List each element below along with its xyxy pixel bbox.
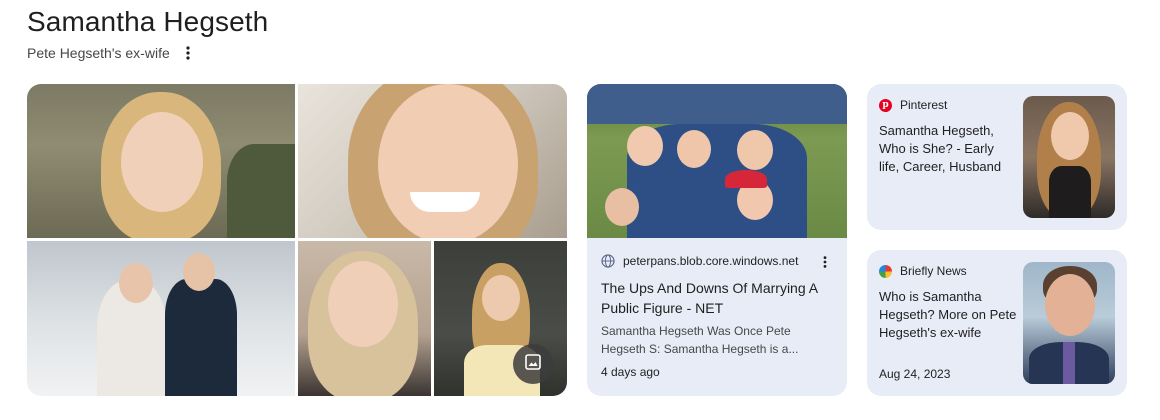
result-snippet: Samantha Hegseth Was Once Pete Hegseth S… bbox=[601, 324, 799, 356]
result-thumbnail bbox=[1023, 96, 1115, 218]
image-tile-1[interactable] bbox=[27, 84, 295, 238]
page-title: Samantha Hegseth bbox=[27, 6, 269, 37]
result-card-pinterest[interactable]: p Pinterest Samantha Hegseth, Who is She… bbox=[867, 84, 1127, 230]
image-tile-3[interactable] bbox=[27, 241, 295, 396]
result-source-label: peterpans.blob.core.windows.net bbox=[623, 254, 799, 268]
result-title[interactable]: Who is Samantha Hegseth? More on Pete He… bbox=[879, 288, 1017, 342]
result-card-peterpans[interactable]: peterpans.blob.core.windows.net The Ups … bbox=[587, 84, 847, 396]
result-source: peterpans.blob.core.windows.net bbox=[601, 254, 798, 268]
result-source-label: Briefly News bbox=[900, 264, 967, 278]
image-tile-4[interactable] bbox=[298, 241, 431, 396]
image-tile-5[interactable] bbox=[434, 241, 567, 396]
result-thumbnail bbox=[1023, 262, 1115, 384]
subtitle: Pete Hegseth's ex-wife bbox=[27, 45, 170, 61]
image-grid bbox=[27, 84, 567, 396]
result-image bbox=[587, 84, 847, 238]
globe-icon bbox=[601, 254, 615, 268]
result-source: p Pinterest bbox=[879, 98, 947, 112]
image-gallery-button[interactable] bbox=[513, 344, 553, 384]
result-card-briefly[interactable]: Briefly News Who is Samantha Hegseth? Mo… bbox=[867, 250, 1127, 396]
result-title[interactable]: Samantha Hegseth, Who is She? - Early li… bbox=[879, 122, 1017, 176]
result-source: Briefly News bbox=[879, 264, 967, 278]
result-title[interactable]: The Ups And Downs Of Marrying A Public F… bbox=[601, 278, 833, 318]
result-date: 4 days ago bbox=[601, 365, 660, 379]
more-vert-icon[interactable] bbox=[180, 45, 196, 61]
subtitle-row: Pete Hegseth's ex-wife bbox=[27, 45, 196, 61]
more-vert-icon[interactable] bbox=[817, 254, 833, 270]
result-date: Aug 24, 2023 bbox=[879, 367, 951, 381]
image-gallery-icon bbox=[524, 353, 542, 376]
pinterest-logo-icon: p bbox=[879, 98, 892, 112]
image-tile-2[interactable] bbox=[298, 84, 567, 238]
briefly-news-logo-icon bbox=[879, 264, 892, 278]
result-source-label: Pinterest bbox=[900, 98, 948, 112]
